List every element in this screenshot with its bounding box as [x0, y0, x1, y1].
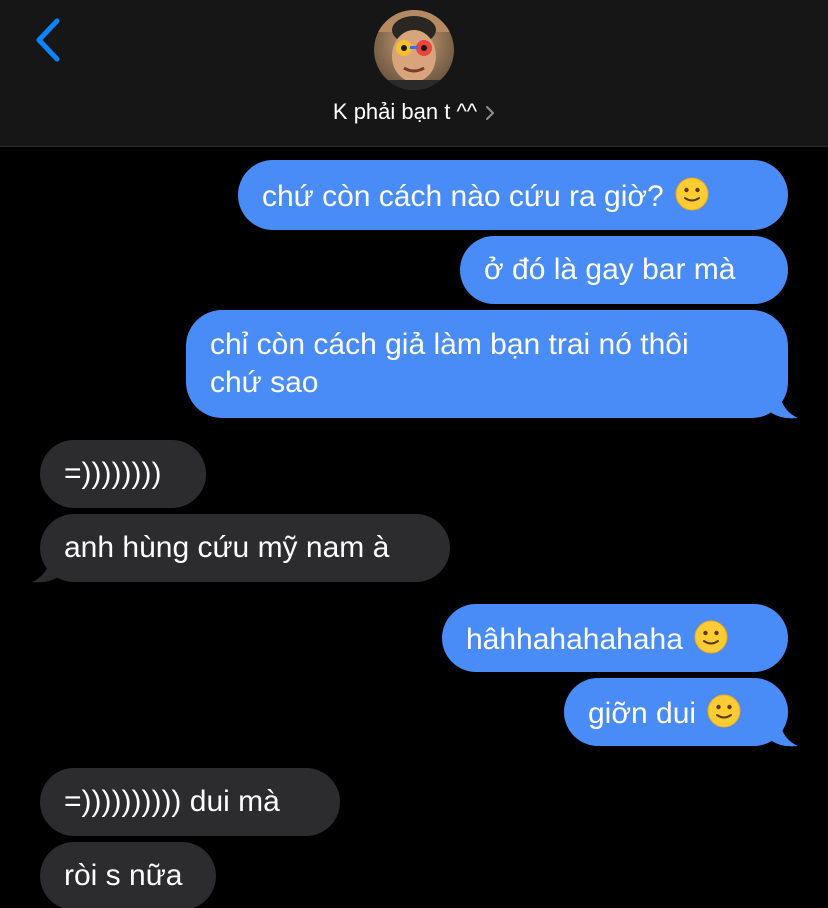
back-button[interactable] [24, 14, 72, 66]
message-bubble-outgoing[interactable]: giỡn dui [564, 678, 788, 746]
message-bubble-incoming[interactable]: ròi s nữa [40, 842, 216, 908]
contact-name-button[interactable]: K phải bạn t ^^ [0, 96, 828, 128]
message-text: giỡn dui [588, 697, 697, 730]
slightly-smiling-face-icon [694, 620, 728, 654]
message-text: ở đó là gay bar mà [484, 253, 736, 286]
message-text: anh hùng cứu mỹ nam à [64, 531, 390, 564]
contact-name: K phải bạn t ^^ [332, 99, 478, 124]
message-bubble-incoming[interactable]: anh hùng cứu mỹ nam à [40, 514, 450, 582]
message-text: hâhhahahahaha [466, 623, 683, 656]
message-bubble-outgoing[interactable]: hâhhahahahaha [442, 604, 788, 672]
message-bubble-incoming[interactable]: =)))))))))) dui mà [40, 768, 340, 836]
message-bubble-outgoing[interactable]: ở đó là gay bar mà [460, 236, 788, 304]
message-text: =)))))))))) dui mà [64, 785, 280, 818]
message-bubble-outgoing[interactable]: chỉ còn cách giả làm bạn trai nó thôi ch… [186, 310, 788, 418]
avatar-image [374, 10, 454, 90]
bubble-tail-outgoing [770, 396, 798, 419]
bubble-tail-incoming [32, 560, 60, 583]
bubble-tail-outgoing [770, 724, 798, 747]
message-text: ròi s nữa [64, 859, 183, 892]
message-text: chỉ còn cách giả làm bạn trai nó thôi ch… [210, 328, 689, 399]
message-text: =)))))))) [64, 457, 162, 490]
contact-avatar[interactable] [374, 10, 454, 90]
message-bubble-incoming[interactable]: =)))))))) [40, 440, 206, 508]
conversation-header: K phải bạn t ^^ [0, 0, 828, 147]
slightly-smiling-face-icon [675, 177, 709, 211]
chevron-left-icon [36, 18, 60, 62]
message-text: chứ còn cách nào cứu ra giờ? [262, 180, 664, 213]
message-bubble-outgoing[interactable]: chứ còn cách nào cứu ra giờ? [238, 160, 788, 230]
chevron-right-icon [485, 105, 495, 121]
slightly-smiling-face-icon [707, 694, 741, 728]
messages-app: K phải bạn t ^^ chứ còn cách nào cứu ra … [0, 0, 828, 908]
